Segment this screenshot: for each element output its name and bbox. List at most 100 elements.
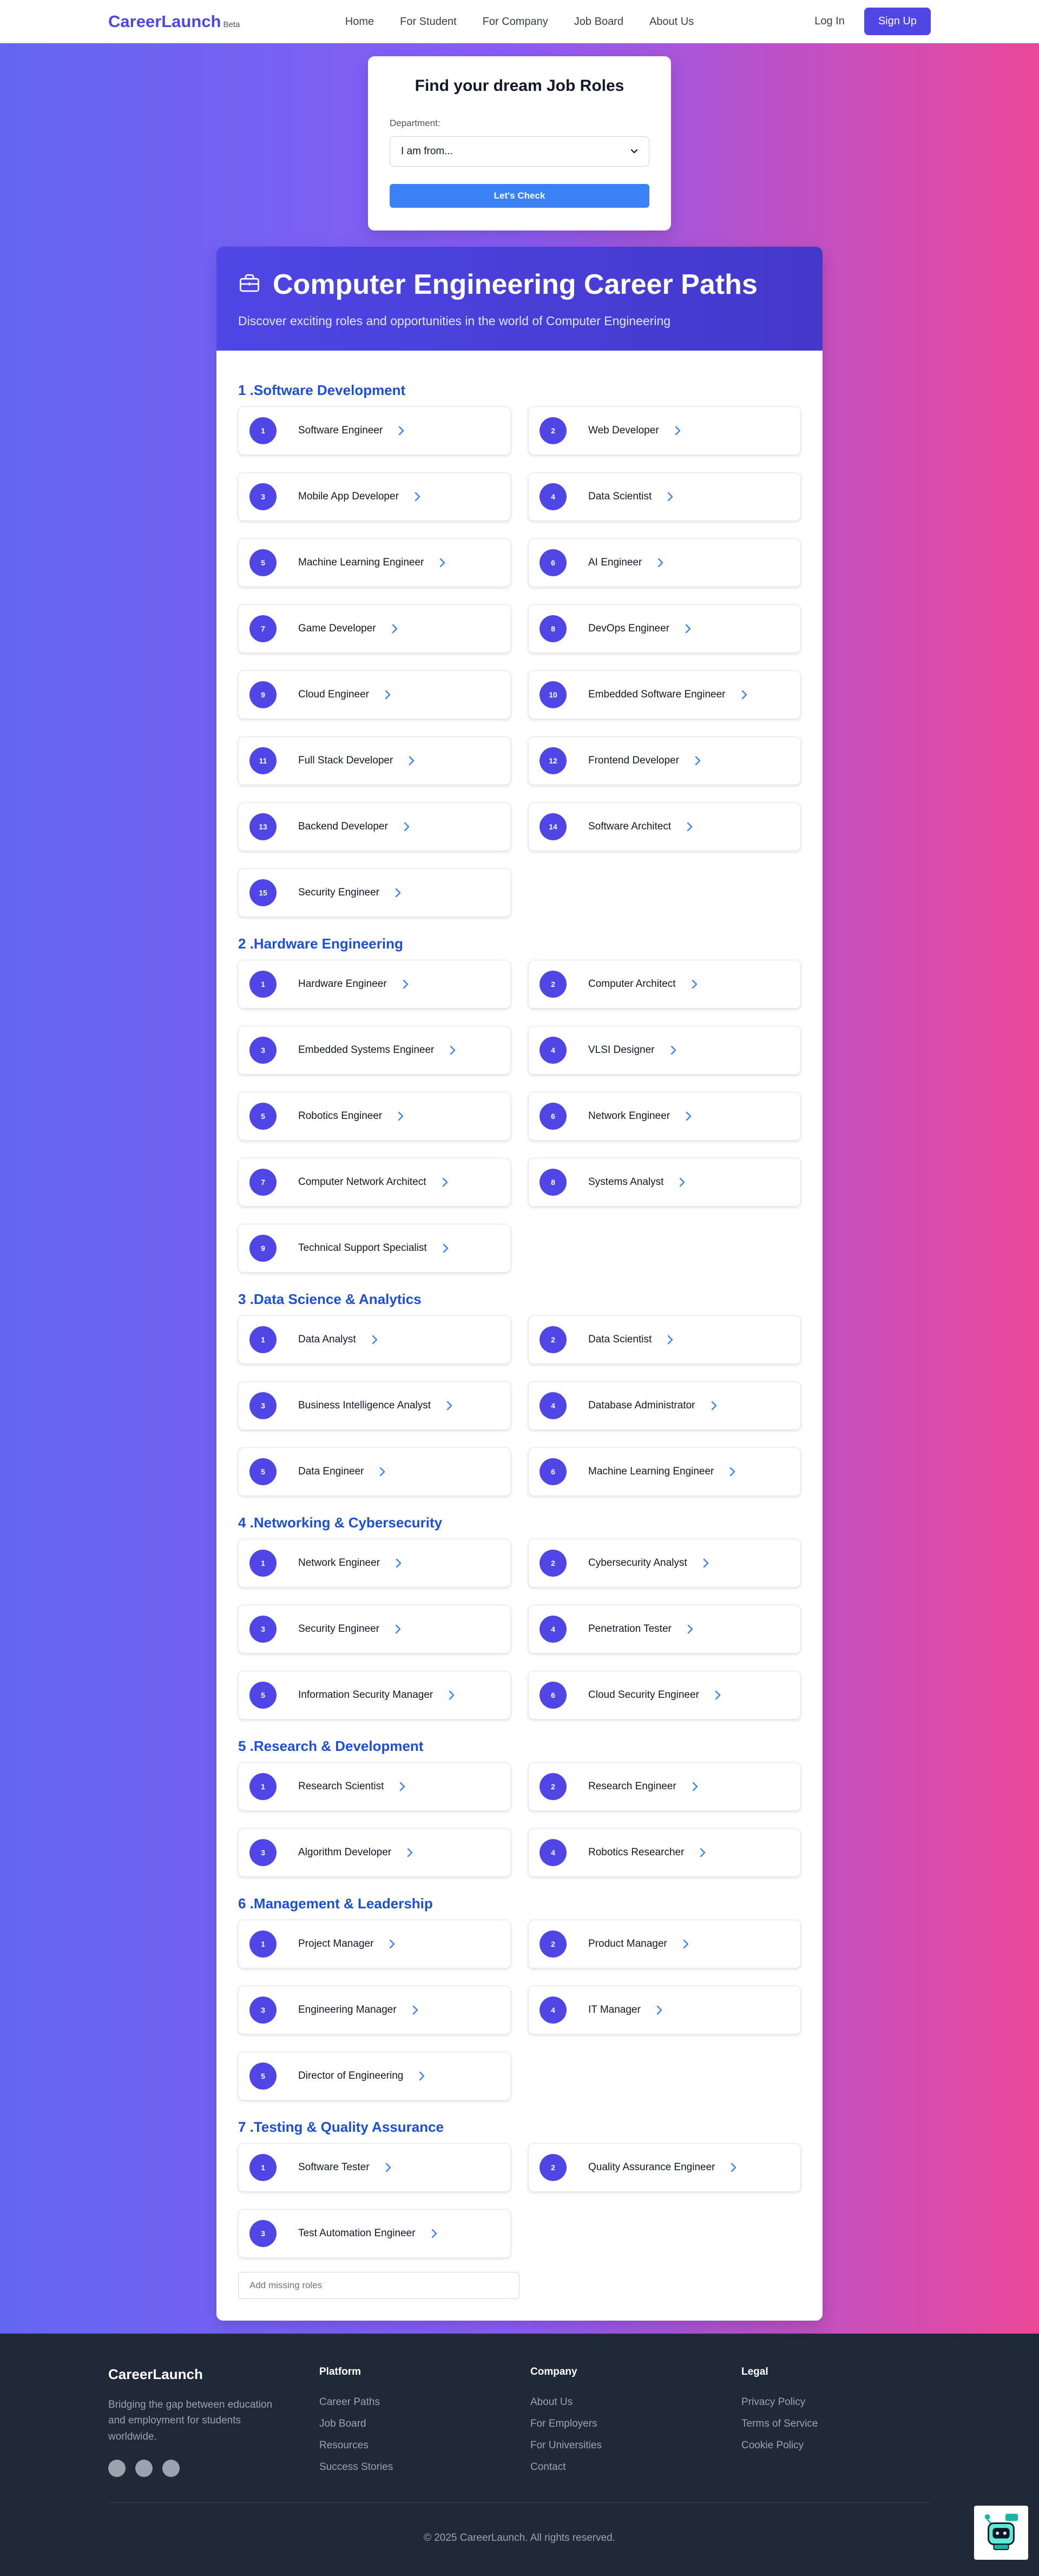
role-card[interactable]: 5 Machine Learning Engineer bbox=[238, 538, 511, 587]
footer-link[interactable]: Cookie Policy bbox=[741, 2440, 952, 2452]
role-label: Embedded Systems Engineer bbox=[298, 1044, 435, 1056]
chevron-right-icon bbox=[692, 1782, 698, 1791]
social-icon[interactable] bbox=[108, 2460, 126, 2478]
role-card[interactable]: 1 Software Engineer bbox=[238, 406, 511, 455]
role-card[interactable]: 10 Embedded Software Engineer bbox=[528, 670, 801, 719]
nav-link-for-company[interactable]: For Company bbox=[483, 16, 548, 28]
footer-link[interactable]: For Universities bbox=[530, 2440, 741, 2452]
role-card[interactable]: 4 VLSI Designer bbox=[528, 1026, 801, 1075]
role-card[interactable]: 3 Mobile App Developer bbox=[238, 472, 511, 521]
role-number-badge: 1 bbox=[249, 2154, 277, 2181]
role-card[interactable]: 4 Data Scientist bbox=[528, 472, 801, 521]
role-card[interactable]: 4 Penetration Tester bbox=[528, 1605, 801, 1653]
role-label: Computer Network Architect bbox=[298, 1176, 426, 1188]
role-label: Hardware Engineer bbox=[298, 978, 387, 990]
briefcase-icon bbox=[238, 272, 261, 298]
role-card[interactable]: 3 Business Intelligence Analyst bbox=[238, 1381, 511, 1430]
role-card[interactable]: 1 Software Tester bbox=[238, 2143, 511, 2192]
social-icon[interactable] bbox=[162, 2460, 180, 2478]
role-card[interactable]: 9 Technical Support Specialist bbox=[238, 1224, 511, 1273]
role-card[interactable]: 5 Information Security Manager bbox=[238, 1671, 511, 1719]
role-label: Security Engineer bbox=[298, 887, 379, 898]
role-card[interactable]: 12 Frontend Developer bbox=[528, 736, 801, 785]
role-card[interactable]: 3 Security Engineer bbox=[238, 1605, 511, 1653]
footer-link[interactable]: Success Stories bbox=[319, 2461, 530, 2473]
chevron-right-icon bbox=[699, 1848, 706, 1857]
signup-button[interactable]: Sign Up bbox=[864, 8, 931, 35]
role-card[interactable]: 7 Game Developer bbox=[238, 604, 511, 653]
role-number-badge: 1 bbox=[249, 1931, 277, 1958]
role-card[interactable]: 4 Database Administrator bbox=[528, 1381, 801, 1430]
footer-link[interactable]: Contact bbox=[530, 2461, 741, 2473]
social-icon[interactable] bbox=[135, 2460, 153, 2478]
role-number-badge: 3 bbox=[249, 1839, 277, 1866]
footer-column-company: Company About Us For Employers For Unive… bbox=[530, 2366, 741, 2483]
role-card[interactable]: 4 Robotics Researcher bbox=[528, 1828, 801, 1877]
footer-link[interactable]: Job Board bbox=[319, 2418, 530, 2430]
nav-link-about-us[interactable]: About Us bbox=[649, 16, 694, 28]
role-card[interactable]: 1 Research Scientist bbox=[238, 1762, 511, 1811]
role-card[interactable]: 3 Test Automation Engineer bbox=[238, 2209, 511, 2258]
role-card[interactable]: 8 DevOps Engineer bbox=[528, 604, 801, 653]
role-card[interactable]: 9 Cloud Engineer bbox=[238, 670, 511, 719]
role-card[interactable]: 1 Data Analyst bbox=[238, 1315, 511, 1364]
beta-badge: Beta bbox=[223, 19, 240, 29]
chevron-right-icon bbox=[711, 1401, 717, 1411]
role-card[interactable]: 4 IT Manager bbox=[528, 1986, 801, 2034]
role-card[interactable]: 15 Security Engineer bbox=[238, 868, 511, 917]
role-number-badge: 8 bbox=[540, 615, 567, 642]
chatbot-launcher[interactable] bbox=[974, 2506, 1028, 2560]
chevron-right-icon bbox=[656, 2005, 662, 2015]
role-card[interactable]: 2 Research Engineer bbox=[528, 1762, 801, 1811]
footer-link[interactable]: Privacy Policy bbox=[741, 2396, 952, 2408]
brand-logo[interactable]: CareerLaunch Beta bbox=[108, 12, 240, 31]
role-number-badge: 2 bbox=[540, 1931, 567, 1958]
role-card[interactable]: 2 Product Manager bbox=[528, 1920, 801, 1968]
role-card[interactable]: 2 Cybersecurity Analyst bbox=[528, 1539, 801, 1587]
role-label: Software Tester bbox=[298, 2162, 370, 2173]
career-paths-header: Computer Engineering Career Paths Discov… bbox=[216, 247, 823, 351]
role-number-badge: 10 bbox=[540, 681, 567, 708]
role-card[interactable]: 5 Robotics Engineer bbox=[238, 1092, 511, 1141]
login-link[interactable]: Log In bbox=[814, 15, 845, 28]
add-missing-roles-input[interactable]: Add missing roles bbox=[238, 2272, 520, 2299]
role-card[interactable]: 3 Algorithm Developer bbox=[238, 1828, 511, 1877]
chevron-right-icon bbox=[403, 822, 410, 832]
role-card[interactable]: 6 Machine Learning Engineer bbox=[528, 1447, 801, 1496]
footer-link[interactable]: Resources bbox=[319, 2440, 530, 2452]
role-number-badge: 3 bbox=[249, 1616, 277, 1643]
role-card[interactable]: 2 Data Scientist bbox=[528, 1315, 801, 1364]
role-number-badge: 6 bbox=[540, 1458, 567, 1485]
role-card[interactable]: 11 Full Stack Developer bbox=[238, 736, 511, 785]
role-card[interactable]: 1 Network Engineer bbox=[238, 1539, 511, 1587]
role-card[interactable]: 13 Backend Developer bbox=[238, 802, 511, 851]
role-card[interactable]: 7 Computer Network Architect bbox=[238, 1158, 511, 1207]
role-card[interactable]: 6 Cloud Security Engineer bbox=[528, 1671, 801, 1719]
nav-link-for-student[interactable]: For Student bbox=[400, 16, 457, 28]
footer-link[interactable]: Terms of Service bbox=[741, 2418, 952, 2430]
role-card[interactable]: 6 AI Engineer bbox=[528, 538, 801, 587]
role-card[interactable]: 3 Embedded Systems Engineer bbox=[238, 1026, 511, 1075]
role-card[interactable]: 2 Web Developer bbox=[528, 406, 801, 455]
role-number-badge: 5 bbox=[249, 549, 277, 576]
role-card[interactable]: 2 Quality Assurance Engineer bbox=[528, 2143, 801, 2192]
role-card[interactable]: 5 Director of Engineering bbox=[238, 2052, 511, 2100]
role-card[interactable]: 2 Computer Architect bbox=[528, 960, 801, 1009]
role-card[interactable]: 14 Software Architect bbox=[528, 802, 801, 851]
social-links bbox=[108, 2460, 319, 2478]
role-card[interactable]: 1 Hardware Engineer bbox=[238, 960, 511, 1009]
nav-link-job-board[interactable]: Job Board bbox=[574, 16, 623, 28]
role-card[interactable]: 6 Network Engineer bbox=[528, 1092, 801, 1141]
role-card[interactable]: 1 Project Manager bbox=[238, 1920, 511, 1968]
footer-link[interactable]: About Us bbox=[530, 2396, 741, 2408]
role-card[interactable]: 3 Engineering Manager bbox=[238, 1986, 511, 2034]
footer-link[interactable]: For Employers bbox=[530, 2418, 741, 2430]
role-card[interactable]: 5 Data Engineer bbox=[238, 1447, 511, 1496]
nav-link-home[interactable]: Home bbox=[345, 16, 374, 28]
chevron-right-icon bbox=[685, 624, 691, 634]
lets-check-button[interactable]: Let's Check bbox=[390, 184, 649, 208]
role-card[interactable]: 8 Systems Analyst bbox=[528, 1158, 801, 1207]
role-number-badge: 4 bbox=[540, 1392, 567, 1419]
footer-link[interactable]: Career Paths bbox=[319, 2396, 530, 2408]
department-select[interactable]: I am from... bbox=[390, 136, 649, 167]
